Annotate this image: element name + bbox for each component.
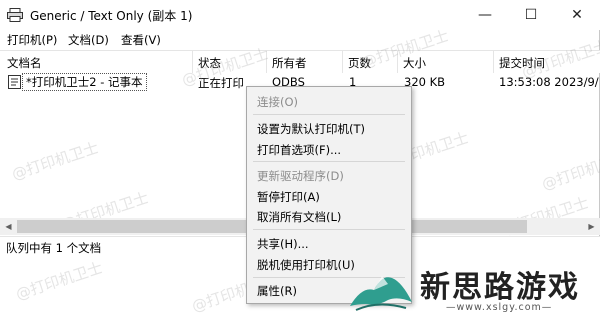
job-document-name: *打印机卫士2 - 记事本 bbox=[22, 73, 147, 91]
menu-item-properties[interactable]: 属性(R) bbox=[257, 283, 297, 299]
column-header-document[interactable]: 文档名 bbox=[7, 55, 42, 71]
minimize-icon: — bbox=[478, 7, 492, 23]
scroll-left-button[interactable]: ◀ bbox=[0, 218, 17, 235]
menu-divider bbox=[253, 114, 405, 115]
watermark-text: @打印机卫士 bbox=[13, 258, 105, 304]
menu-divider bbox=[253, 229, 405, 230]
menu-item-preferences[interactable]: 打印首选项(F)... bbox=[257, 142, 341, 158]
brand-url: —www.xslgy.com— bbox=[446, 302, 553, 313]
job-status: 正在打印 bbox=[198, 76, 244, 90]
column-divider[interactable] bbox=[192, 51, 193, 73]
menu-divider bbox=[253, 161, 405, 162]
column-divider[interactable] bbox=[397, 51, 398, 73]
menu-item-set-default[interactable]: 设置为默认打印机(T) bbox=[257, 121, 365, 137]
menu-item-sharing[interactable]: 共享(H)... bbox=[257, 236, 309, 252]
column-header-status[interactable]: 状态 bbox=[198, 55, 221, 71]
printer-icon bbox=[7, 8, 23, 22]
menu-view[interactable]: 查看(V) bbox=[121, 32, 161, 48]
menu-item-use-offline[interactable]: 脱机使用打印机(U) bbox=[257, 257, 355, 273]
minimize-button[interactable]: — bbox=[462, 0, 508, 30]
menu-bar: 打印机(P) 文档(D) 查看(V) bbox=[0, 30, 600, 50]
brand-logo: 新思路游戏 —www.xslgy.com— bbox=[348, 256, 600, 317]
column-header-submitted[interactable]: 提交时间 bbox=[499, 55, 545, 71]
window-title: Generic / Text Only (副本 1) bbox=[30, 9, 193, 23]
document-icon bbox=[8, 75, 21, 89]
menu-item-cancel-all[interactable]: 取消所有文档(L) bbox=[257, 209, 341, 225]
column-divider[interactable] bbox=[493, 51, 494, 73]
brand-name: 新思路游戏 bbox=[420, 270, 580, 305]
column-header-owner[interactable]: 所有者 bbox=[272, 55, 307, 71]
column-divider[interactable] bbox=[342, 51, 343, 73]
mountain-logo-icon bbox=[350, 276, 412, 311]
menu-document[interactable]: 文档(D) bbox=[68, 32, 109, 48]
triangle-right-icon: ▶ bbox=[588, 222, 595, 231]
queue-status-text: 队列中有 1 个文档 bbox=[6, 241, 102, 255]
screenshot-root: Generic / Text Only (副本 1) — ☐ ✕ 打印机(P) … bbox=[0, 0, 600, 317]
watermark-text: @打印机卫士 bbox=[9, 138, 101, 184]
column-header-pages[interactable]: 页数 bbox=[348, 55, 371, 71]
maximize-button[interactable]: ☐ bbox=[508, 0, 554, 30]
watermark-text: @打印机卫士 bbox=[539, 148, 600, 194]
column-header-size[interactable]: 大小 bbox=[403, 55, 426, 71]
scroll-right-button[interactable]: ▶ bbox=[583, 218, 600, 235]
job-submitted: 13:53:08 2023/9/ bbox=[499, 75, 599, 89]
menu-item-connect[interactable]: 连接(O) bbox=[257, 94, 298, 110]
title-bar[interactable]: Generic / Text Only (副本 1) — ☐ ✕ bbox=[0, 0, 600, 30]
close-button[interactable]: ✕ bbox=[554, 0, 600, 30]
triangle-left-icon: ◀ bbox=[5, 222, 12, 231]
list-header: 文档名 状态 所有者 页数 大小 提交时间 bbox=[0, 51, 600, 73]
menu-printer[interactable]: 打印机(P) bbox=[7, 32, 57, 48]
maximize-icon: ☐ bbox=[524, 7, 538, 23]
menu-item-update-driver[interactable]: 更新驱动程序(D) bbox=[257, 168, 344, 184]
column-divider[interactable] bbox=[266, 51, 267, 73]
menu-item-pause-printing[interactable]: 暂停打印(A) bbox=[257, 189, 320, 205]
close-icon: ✕ bbox=[571, 7, 583, 23]
